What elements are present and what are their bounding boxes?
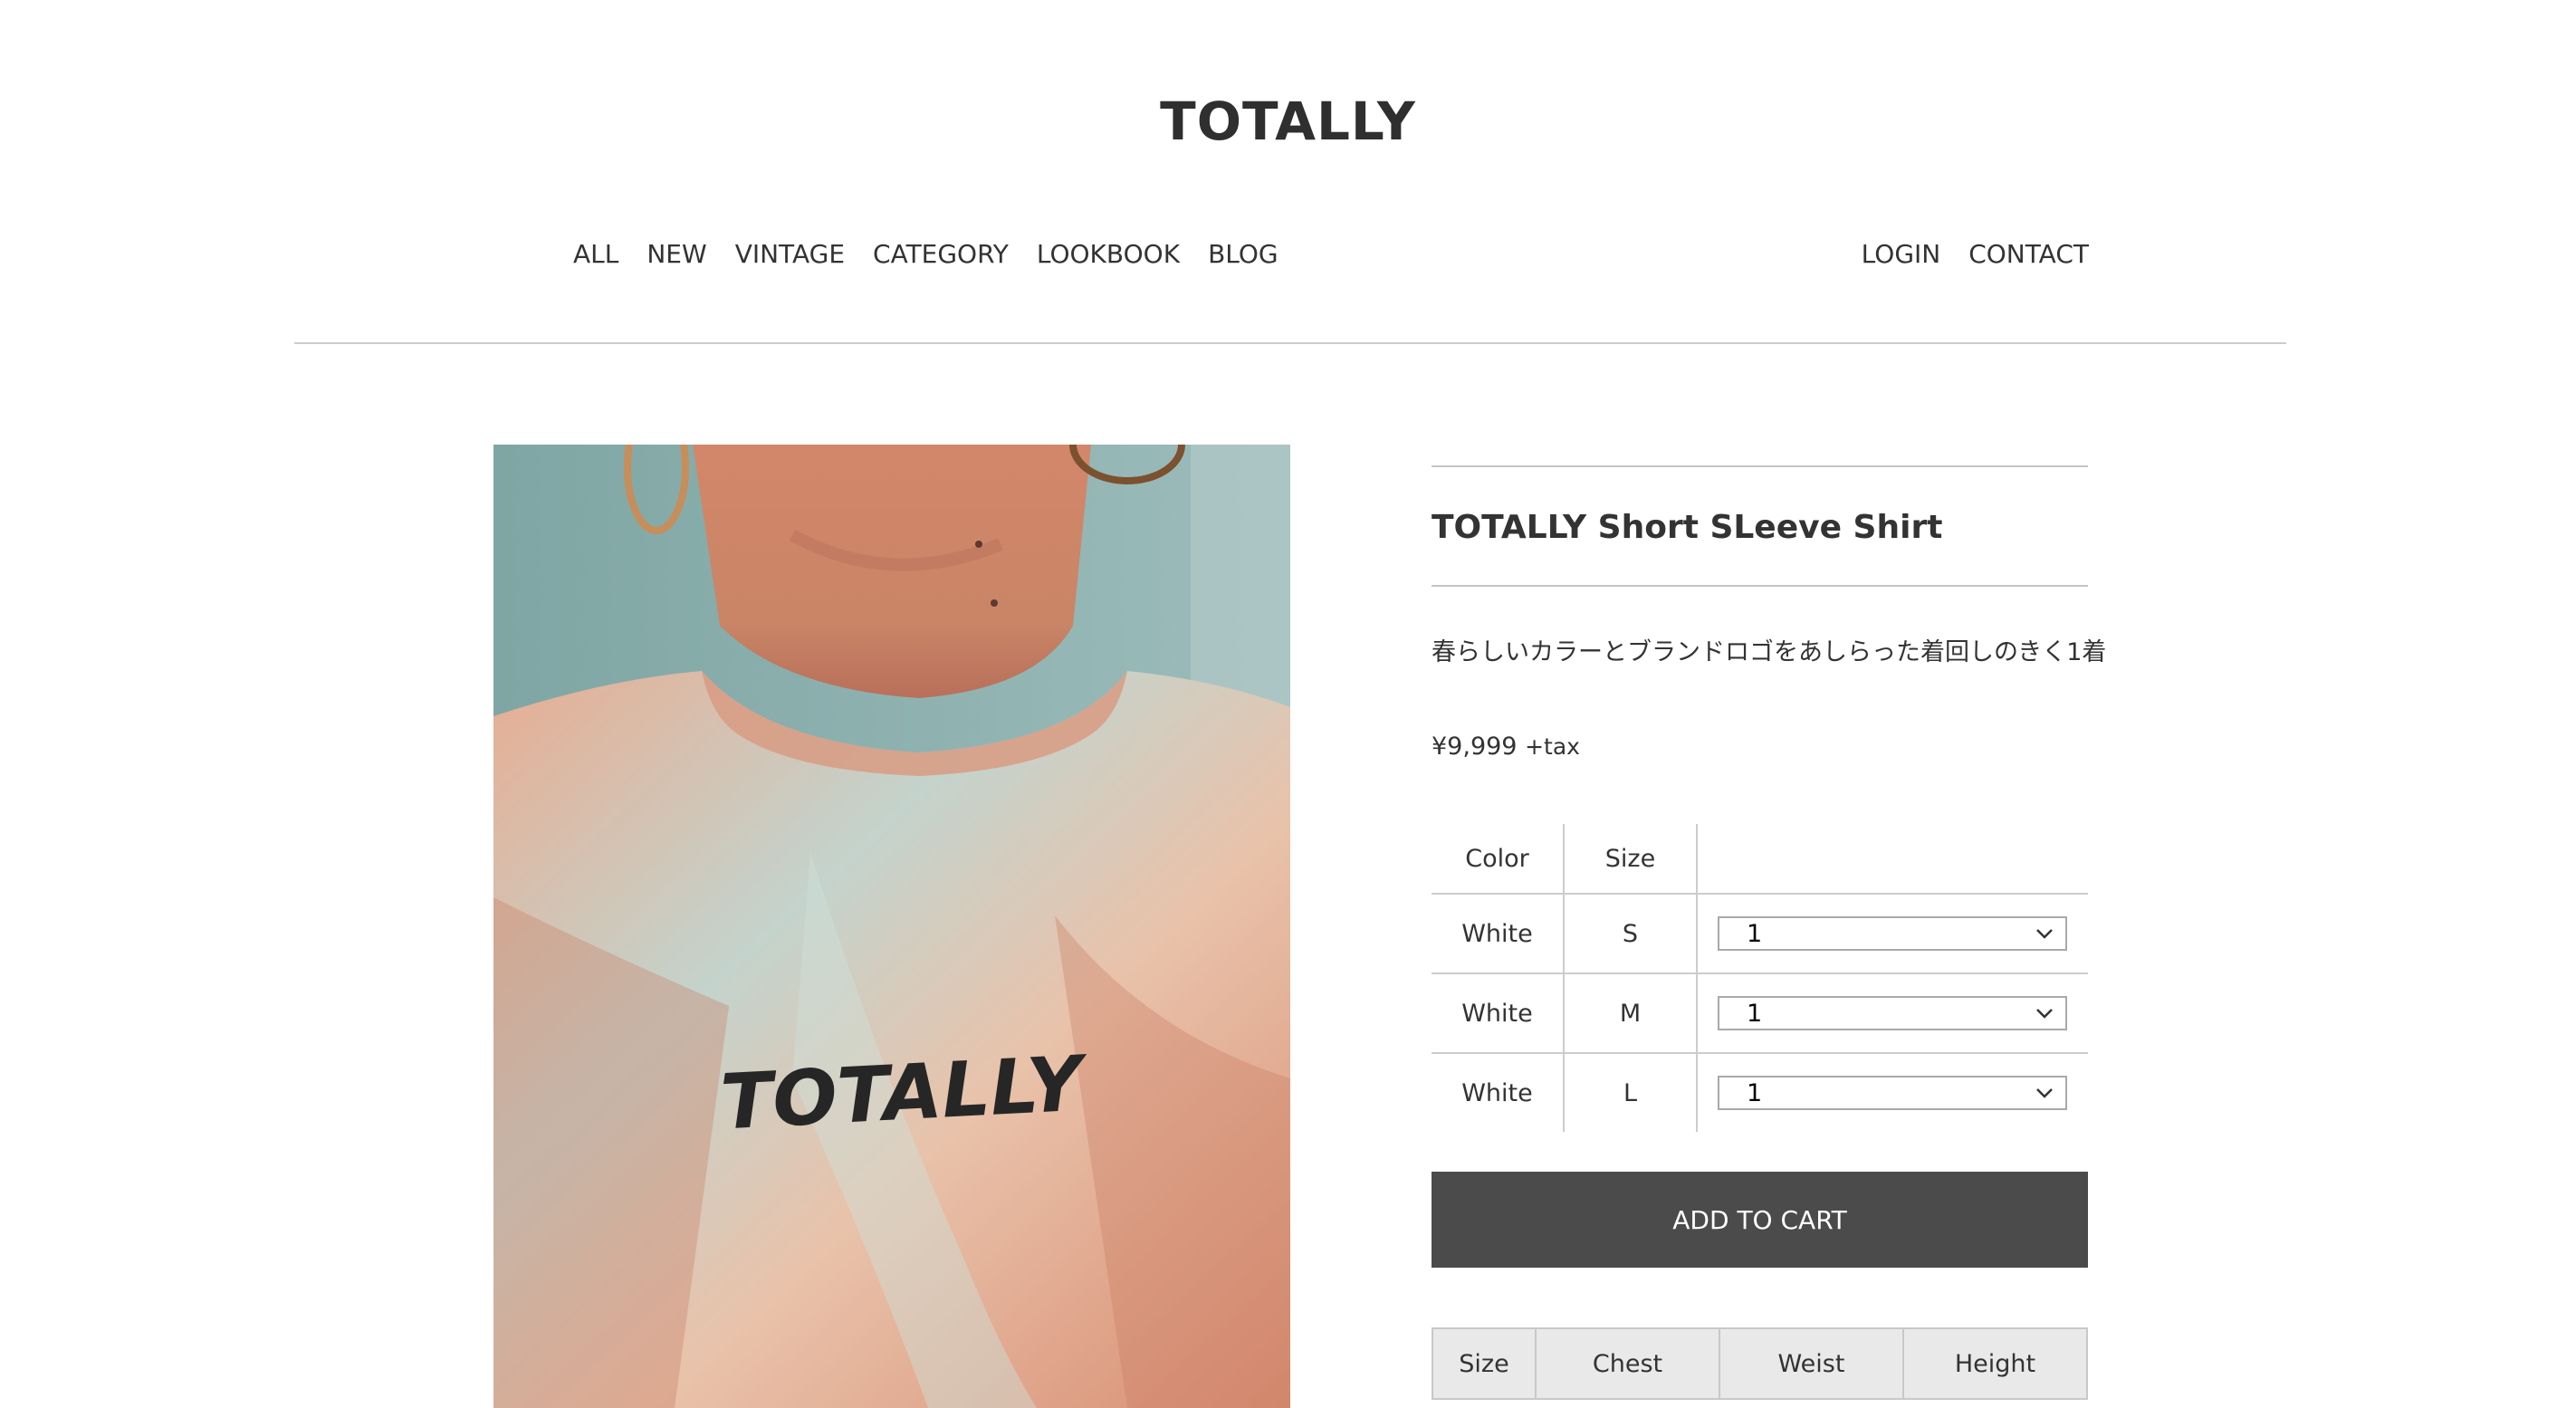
variant-size: S <box>1564 894 1698 974</box>
size-chart-header-size: Size <box>1432 1327 1537 1400</box>
product-description: 春らしいカラーとブランドロゴをあしらった着回しのきく1着 <box>1432 638 2107 666</box>
header-color: Color <box>1432 824 1565 895</box>
variant-qty-cell: 1 <box>1697 1053 2088 1132</box>
title-bottom-rule <box>1432 585 2088 587</box>
product-image: TOTALLY <box>493 445 1290 1408</box>
variant-size: L <box>1564 1053 1698 1132</box>
header-divider <box>294 342 2286 344</box>
price-tax: +tax <box>1525 733 1580 760</box>
nav-all[interactable]: ALL <box>573 239 618 269</box>
nav-new[interactable]: NEW <box>646 239 706 269</box>
size-chart-header-height: Height <box>1902 1327 2088 1400</box>
quantity-select[interactable]: 1 <box>1718 996 2067 1030</box>
variant-table: Color Size White S 1 White M 1 White L 1 <box>1432 824 2088 1132</box>
nav-contact[interactable]: CONTACT <box>1968 239 2089 269</box>
nav-vintage[interactable]: VINTAGE <box>735 239 845 269</box>
product-title: TOTALLY Short SLeeve Shirt <box>1432 509 1943 546</box>
chevron-down-icon <box>2036 929 2053 939</box>
quantity-value: 1 <box>1747 920 1763 948</box>
quantity-select[interactable]: 1 <box>1718 1076 2067 1110</box>
add-to-cart-button[interactable]: ADD TO CART <box>1432 1172 2088 1268</box>
quantity-value: 1 <box>1747 1000 1763 1028</box>
site-logo[interactable]: TOTALLY <box>0 91 2576 152</box>
variant-header-row: Color Size <box>1432 824 2088 895</box>
nav-lookbook[interactable]: LOOKBOOK <box>1037 239 1180 269</box>
product-price: ¥9,999 +tax <box>1432 733 2088 761</box>
nav-login[interactable]: LOGIN <box>1862 239 1941 269</box>
size-chart-header-chest: Chest <box>1535 1327 1720 1400</box>
chevron-down-icon <box>2036 1088 2053 1098</box>
size-chart-header-weist: Weist <box>1719 1327 1904 1400</box>
variant-color: White <box>1432 1053 1565 1132</box>
header-size: Size <box>1564 824 1698 895</box>
quantity-value: 1 <box>1747 1079 1763 1107</box>
price-value: ¥9,999 <box>1432 733 1518 761</box>
nav-blog[interactable]: BLOG <box>1208 239 1278 269</box>
variant-color: White <box>1432 973 1565 1054</box>
quantity-select[interactable]: 1 <box>1718 916 2067 951</box>
product-page: TOTALLY ALL NEW VINTAGE CATEGORY LOOKBOO… <box>0 0 2576 1408</box>
size-chart-header-row: Size Chest Weist Height <box>1432 1327 2088 1400</box>
size-chart-table: Size Chest Weist Height <box>1432 1327 2088 1400</box>
main-nav: ALL NEW VINTAGE CATEGORY LOOKBOOK BLOG <box>573 239 1278 269</box>
variant-color: White <box>1432 894 1565 974</box>
header-quantity <box>1697 824 2088 895</box>
variant-row: White M 1 <box>1432 973 2088 1054</box>
variant-size: M <box>1564 973 1698 1054</box>
variant-row: White S 1 <box>1432 894 2088 974</box>
product-detail: TOTALLY Short SLeeve Shirt 春らしいカラーとブランドロ… <box>1432 465 2107 1400</box>
variant-qty-cell: 1 <box>1697 973 2088 1054</box>
nav-category[interactable]: CATEGORY <box>873 239 1009 269</box>
chevron-down-icon <box>2036 1009 2053 1019</box>
variant-qty-cell: 1 <box>1697 894 2088 974</box>
account-nav: LOGIN CONTACT <box>1862 239 2089 269</box>
variant-row: White L 1 <box>1432 1053 2088 1132</box>
